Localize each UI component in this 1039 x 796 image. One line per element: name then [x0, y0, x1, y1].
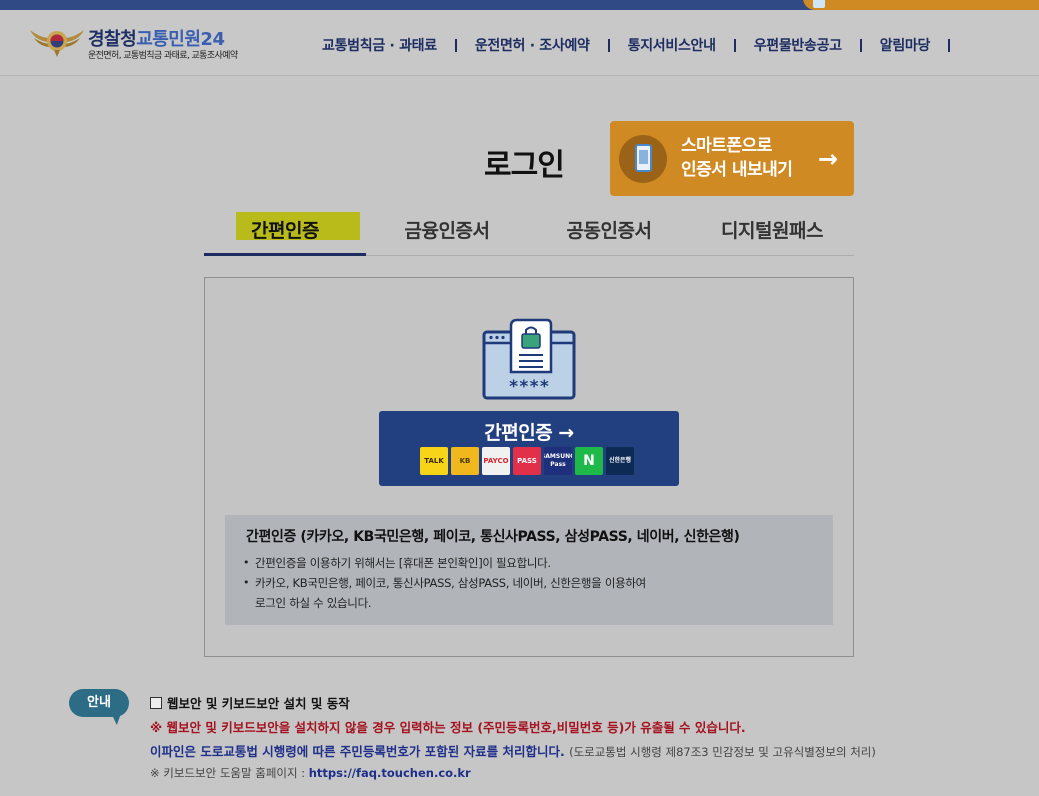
payco-icon: PAYCO [482, 447, 510, 475]
samsung-pass-icon: SAMSUNG Pass [544, 447, 572, 475]
page-title: 로그인 [484, 148, 565, 183]
privacy-reference: (도로교통법 시행령 제87조3 민감정보 및 고유식별정보의 처리) [569, 745, 876, 759]
topbar-app-pill[interactable] [803, 0, 1039, 10]
nav-divider [607, 38, 610, 52]
kakao-icon: TALK [420, 447, 448, 475]
provider-list: TALK KB PAYCO PASS SAMSUNG Pass N 신한은행 [420, 447, 634, 475]
tab-joint-cert[interactable]: 공동인증서 [528, 210, 690, 256]
kb-bank-icon: KB [451, 447, 479, 475]
nav-license[interactable]: 운전면허 · 조사예약 [475, 35, 590, 55]
security-install-label: 웹보안 및 키보드보안 설치 및 동작 [167, 696, 350, 711]
site-logo[interactable]: 경찰청교통민원24 운전면허, 교통범칙금 과태료, 교통조사예약 [28, 24, 268, 70]
smartphone-icon [619, 135, 667, 183]
top-bar [0, 0, 1039, 10]
export-cert-button[interactable]: 스마트폰으로 인증서 내보내기 → [610, 121, 854, 196]
masked-password: **** [509, 377, 550, 397]
easy-auth-panel: **** 간편인증 → TALK KB PAYCO PASS SAMSUNG P… [204, 277, 854, 657]
info-item: 간편인증을 이용하기 위해서는 [휴대폰 본인확인]이 필요합니다. [243, 553, 646, 573]
privacy-main: 이파인은 도로교통법 시행령에 따른 주민등록번호가 포함된 자료를 처리합니다… [150, 744, 565, 759]
nav-divider [454, 38, 457, 52]
logo-subtitle: 운전면허, 교통범칙금 과태료, 교통조사예약 [88, 51, 238, 61]
certificate-icon: **** [482, 318, 576, 400]
nav-notice-service[interactable]: 통지서비스안내 [628, 35, 716, 55]
site-header: 경찰청교통민원24 운전면허, 교통범칙금 과태료, 교통조사예약 교통범칙금 … [0, 10, 1039, 76]
tab-digital-onepass[interactable]: 디지털원패스 [690, 210, 854, 256]
info-item: 카카오, KB국민은행, 페이코, 통신사PASS, 삼성PASS, 네이버, … [243, 573, 646, 593]
phone-icon [813, 0, 825, 8]
tab-easy-auth[interactable]: 간편인증 [204, 210, 366, 256]
nav-divider [859, 38, 862, 52]
login-tabs: 간편인증 금융인증서 공동인증서 디지털원패스 [204, 210, 854, 256]
nav-divider [733, 38, 736, 52]
export-button-label: 스마트폰으로 인증서 내보내기 [681, 136, 793, 180]
nav-divider [948, 38, 951, 52]
security-install-row: 웹보안 및 키보드보안 설치 및 동작 [150, 693, 350, 712]
nav-board[interactable]: 알림마당 [880, 35, 931, 55]
shinhan-bank-icon: 신한은행 [606, 447, 634, 475]
easy-auth-button[interactable]: 간편인증 → TALK KB PAYCO PASS SAMSUNG Pass N… [379, 411, 679, 486]
help-link[interactable]: https://faq.touchen.co.kr [309, 766, 471, 780]
easy-auth-button-label: 간편인증 → [484, 422, 574, 444]
naver-icon: N [575, 447, 603, 475]
help-prefix: ※ 키보드보안 도움말 홈페이지 : [150, 766, 306, 780]
global-nav: 교통범칙금 · 과태료 운전면허 · 조사예약 통지서비스안내 우편물반송공고 … [322, 34, 968, 56]
easy-auth-info: 간편인증 (카카오, KB국민은행, 페이코, 통신사PASS, 삼성PASS,… [225, 515, 833, 625]
info-item-continued: 로그인 하실 수 있습니다. [255, 596, 372, 610]
info-list: 간편인증을 이용하기 위해서는 [휴대폰 본인확인]이 필요합니다. 카카오, … [243, 553, 646, 613]
tab-financial-cert[interactable]: 금융인증서 [366, 210, 528, 256]
notice-badge: 안내 [69, 689, 129, 717]
nav-fines[interactable]: 교통범칙금 · 과태료 [322, 35, 437, 55]
police-emblem-icon [30, 30, 84, 57]
security-warning: ※ 웹보안 및 키보드보안을 설치하지 않을 경우 입력하는 정보 (주민등록번… [150, 720, 746, 735]
arrow-right-icon: → [817, 145, 838, 173]
privacy-notice: 이파인은 도로교통법 시행령에 따른 주민등록번호가 포함된 자료를 처리합니다… [150, 741, 876, 760]
info-title: 간편인증 (카카오, KB국민은행, 페이코, 통신사PASS, 삼성PASS,… [246, 529, 740, 545]
keyboard-help: ※ 키보드보안 도움말 홈페이지 : https://faq.touchen.c… [150, 765, 471, 781]
pass-icon: PASS [513, 447, 541, 475]
nav-mail-return[interactable]: 우편물반송공고 [754, 35, 842, 55]
security-install-checkbox[interactable] [150, 696, 162, 709]
